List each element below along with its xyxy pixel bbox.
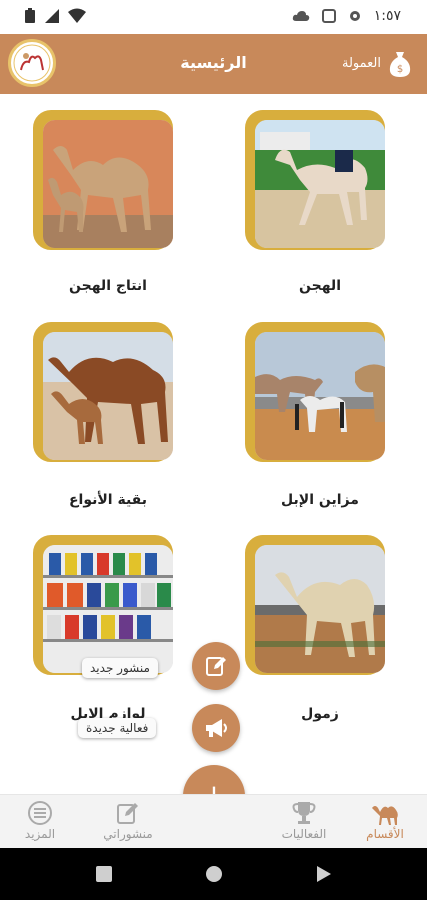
commission-label: العمولة — [341, 55, 381, 71]
edit-pencil-icon — [206, 657, 226, 676]
other-types-photo — [43, 332, 173, 460]
status-right-icons: ١:٥٧ — [292, 8, 401, 24]
status-bar: ١:٥٧ — [0, 0, 427, 34]
new-post-fab[interactable] — [192, 642, 240, 690]
camel-breeding-photo — [43, 120, 173, 248]
status-left-icons — [24, 8, 86, 24]
category-label: بقية الأنواع — [68, 492, 148, 508]
settings-gear-icon — [349, 11, 360, 21]
category-card — [33, 322, 181, 470]
edit-square-icon — [117, 803, 138, 824]
camel-beauty-photo — [255, 332, 385, 460]
nav-my-posts-label: منشوراتي — [103, 827, 153, 841]
cloud-icon — [292, 11, 309, 21]
category-card — [245, 535, 393, 683]
recent-apps-icon[interactable] — [95, 865, 113, 883]
money-bag-icon: $ — [389, 52, 411, 77]
system-navigation-bar — [0, 848, 427, 900]
new-event-tooltip[interactable]: فعالية جديدة — [78, 718, 157, 738]
camel-icon — [372, 806, 398, 825]
category-card — [245, 322, 393, 470]
notification-square-icon — [321, 9, 336, 23]
nav-events-label: الفعاليات — [281, 827, 327, 841]
camel-racing-photo — [255, 120, 385, 248]
nav-sections-label: الأقسام — [366, 827, 404, 841]
status-time: ١:٥٧ — [373, 8, 401, 24]
back-icon[interactable] — [315, 865, 333, 883]
zamool-photo — [255, 545, 385, 673]
nav-my-posts[interactable]: منشوراتي — [88, 799, 168, 841]
category-card — [245, 110, 393, 258]
app-bar: الرئيسية العمولة $ — [0, 34, 427, 94]
category-label: الهجن — [299, 278, 341, 294]
wifi-icon — [68, 8, 86, 23]
home-icon[interactable] — [205, 865, 223, 883]
nav-more-label: المزيد — [24, 827, 56, 841]
menu-circle-icon — [28, 801, 52, 825]
nav-events[interactable]: الفعاليات — [264, 799, 344, 841]
trophy-icon — [292, 802, 316, 824]
commission-button[interactable]: العمولة $ — [342, 48, 413, 78]
category-label: انتاج الهجن — [69, 278, 147, 294]
category-label: مزاين الإبل — [281, 492, 359, 508]
megaphone-icon — [206, 719, 227, 737]
category-card — [33, 110, 181, 258]
signal-icon — [45, 9, 59, 23]
svg-text:$: $ — [397, 64, 403, 75]
battery-icon — [25, 8, 35, 23]
nav-sections[interactable]: الأقسام — [345, 799, 425, 841]
bottom-navigation: الأقسام الفعاليات منشوراتي المزيد — [0, 794, 427, 848]
nav-more[interactable]: المزيد — [0, 799, 80, 841]
category-label: زمول — [301, 706, 339, 722]
camel-supplies-photo — [43, 545, 173, 673]
new-event-fab[interactable] — [192, 704, 240, 752]
new-post-tooltip[interactable]: منشور جديد — [82, 658, 158, 678]
